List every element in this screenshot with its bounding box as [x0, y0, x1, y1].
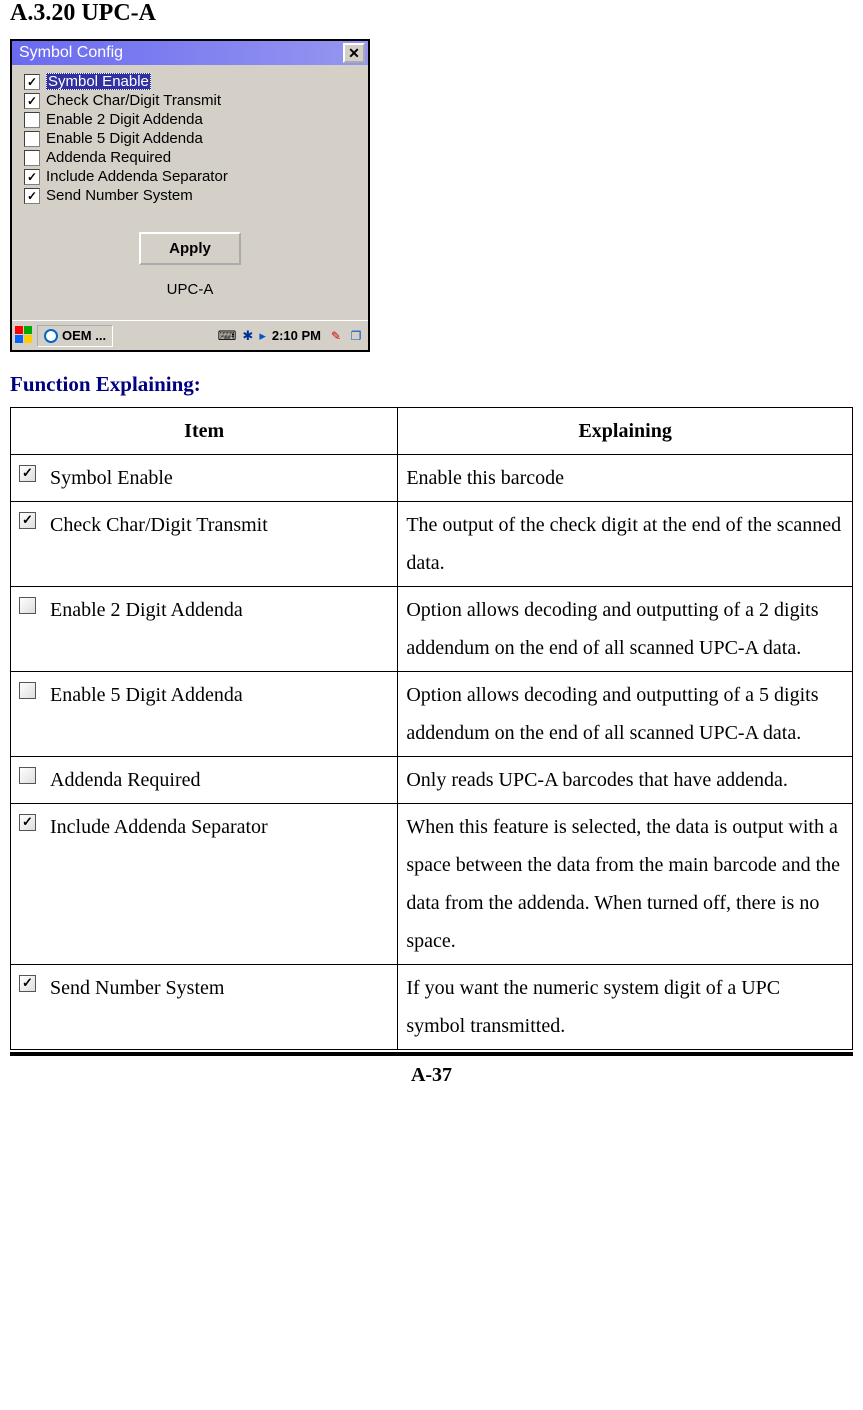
explain-cell: If you want the numeric system digit of …: [398, 965, 853, 1050]
item-cell: Addenda Required: [11, 757, 398, 804]
table-row: Enable 5 Digit Addenda Option allows deco…: [11, 672, 853, 757]
window-title: Symbol Config: [15, 44, 123, 62]
explain-cell: The output of the check digit at the end…: [398, 502, 853, 587]
table-row: Enable 2 Digit Addenda Option allows deco…: [11, 587, 853, 672]
item-cell: Enable 5 Digit Addenda: [11, 672, 398, 757]
table-row: ✓ Check Char/Digit Transmit The output of …: [11, 502, 853, 587]
oem-icon: [44, 329, 58, 343]
tray-clock[interactable]: 2:10 PM: [272, 328, 321, 343]
function-explain-table: Item Explaining ✓ Symbol Enable Enable thi…: [10, 407, 853, 1050]
table-row: ✓ Send Number System If you want the numer…: [11, 965, 853, 1050]
tray-desktop-icon[interactable]: ❐: [347, 327, 365, 345]
page-number: A-37: [10, 1052, 853, 1087]
checkbox-icon: ✓: [19, 512, 36, 529]
option-row[interactable]: ✓ Check Char/Digit Transmit: [24, 92, 356, 109]
option-label: Addenda Required: [46, 149, 171, 166]
checkbox-icon[interactable]: ✓: [24, 93, 40, 109]
item-label: Check Char/Digit Transmit: [50, 506, 268, 544]
taskbar-task-label: OEM ...: [62, 328, 106, 343]
option-row[interactable]: ✓ Send Number System: [24, 187, 356, 204]
close-icon: ✕: [348, 45, 360, 62]
close-button[interactable]: ✕: [343, 43, 365, 63]
explain-cell: Enable this barcode: [398, 455, 853, 502]
option-label: Check Char/Digit Transmit: [46, 92, 221, 109]
section-heading: A.3.20 UPC-A: [10, 0, 853, 27]
option-label: Enable 5 Digit Addenda: [46, 130, 203, 147]
explain-cell: Option allows decoding and outputting of…: [398, 672, 853, 757]
table-header-item: Item: [11, 408, 398, 455]
table-row: Addenda Required Only reads UPC-A barcode…: [11, 757, 853, 804]
checkbox-icon[interactable]: [24, 150, 40, 166]
item-cell: ✓ Include Addenda Separator: [11, 804, 398, 965]
checkbox-icon[interactable]: ✓: [24, 74, 40, 90]
option-label: Include Addenda Separator: [46, 168, 228, 185]
symbol-config-window: Symbol Config ✕ ✓ Symbol Enable ✓ Check Cha…: [12, 41, 368, 350]
checkbox-icon[interactable]: [24, 131, 40, 147]
checkbox-icon: [19, 597, 36, 614]
item-cell: ✓ Check Char/Digit Transmit: [11, 502, 398, 587]
table-row: ✓ Include Addenda Separator When this feat…: [11, 804, 853, 965]
checkbox-icon: ✓: [19, 814, 36, 831]
item-label: Symbol Enable: [50, 459, 173, 497]
option-row[interactable]: ✓ Symbol Enable: [24, 73, 356, 90]
checkbox-icon: [19, 767, 36, 784]
checkbox-icon[interactable]: [24, 112, 40, 128]
option-label: Send Number System: [46, 187, 193, 204]
explain-cell: Only reads UPC-A barcodes that have adde…: [398, 757, 853, 804]
table-header-explaining: Explaining: [398, 408, 853, 455]
item-label: Addenda Required: [50, 761, 201, 799]
system-tray: ⌨ ✱ ▸ 2:10 PM ✎ ❐: [218, 327, 365, 345]
tray-keyboard-icon[interactable]: ⌨: [218, 328, 237, 344]
window-titlebar: Symbol Config ✕: [12, 41, 368, 65]
checkbox-icon: ✓: [19, 975, 36, 992]
checkbox-icon[interactable]: ✓: [24, 188, 40, 204]
taskbar-task-button[interactable]: OEM ...: [37, 325, 113, 347]
option-label: Enable 2 Digit Addenda: [46, 111, 203, 128]
tray-notes-icon[interactable]: ✎: [327, 327, 345, 345]
item-cell: Enable 2 Digit Addenda: [11, 587, 398, 672]
item-label: Enable 5 Digit Addenda: [50, 676, 243, 714]
option-row[interactable]: ✓ Include Addenda Separator: [24, 168, 356, 185]
window-body: ✓ Symbol Enable ✓ Check Char/Digit Transmit…: [12, 65, 368, 320]
item-label: Send Number System: [50, 969, 224, 1007]
option-row[interactable]: Enable 2 Digit Addenda: [24, 111, 356, 128]
symbol-config-screenshot: Symbol Config ✕ ✓ Symbol Enable ✓ Check Cha…: [10, 39, 370, 352]
checkbox-icon: [19, 682, 36, 699]
item-label: Include Addenda Separator: [50, 808, 268, 846]
option-row[interactable]: Enable 5 Digit Addenda: [24, 130, 356, 147]
checkbox-icon[interactable]: ✓: [24, 169, 40, 185]
window-status-label: UPC-A: [24, 275, 356, 316]
option-label: Symbol Enable: [46, 73, 151, 90]
apply-button[interactable]: Apply: [139, 232, 241, 265]
checkbox-icon: ✓: [19, 465, 36, 482]
function-explaining-heading: Function Explaining:: [10, 372, 853, 397]
table-row: ✓ Symbol Enable Enable this barcode: [11, 455, 853, 502]
item-cell: ✓ Symbol Enable: [11, 455, 398, 502]
start-icon[interactable]: [15, 326, 35, 346]
option-row[interactable]: Addenda Required: [24, 149, 356, 166]
tray-arrow-icon[interactable]: ▸: [259, 328, 266, 344]
explain-cell: Option allows decoding and outputting of…: [398, 587, 853, 672]
explain-cell: When this feature is selected, the data …: [398, 804, 853, 965]
tray-bluetooth-icon[interactable]: ✱: [242, 328, 253, 344]
taskbar: OEM ... ⌨ ✱ ▸ 2:10 PM ✎ ❐: [12, 320, 368, 350]
item-cell: ✓ Send Number System: [11, 965, 398, 1050]
item-label: Enable 2 Digit Addenda: [50, 591, 243, 629]
